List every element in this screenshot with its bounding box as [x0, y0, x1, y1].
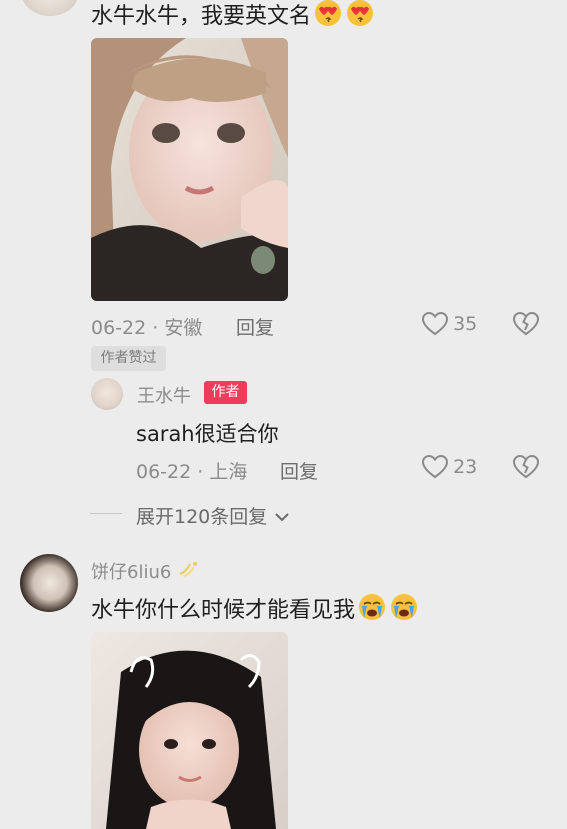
comment-username[interactable]: 饼仔6liu6	[91, 558, 200, 584]
divider	[90, 513, 122, 514]
author-tag: 作者	[204, 381, 247, 404]
like-count: 23	[453, 456, 478, 478]
comment-photo[interactable]	[91, 632, 288, 829]
dislike-button[interactable]	[513, 455, 539, 479]
comment-text: 水牛水牛，我要英文名	[91, 0, 375, 30]
reply-button[interactable]: 回复	[236, 313, 274, 340]
comment-photo[interactable]	[91, 38, 288, 301]
comment-text: 水牛你什么时候才能看见我	[91, 592, 419, 624]
heart-eyes-kiss-emoji-icon	[345, 0, 375, 27]
dislike-button[interactable]	[513, 312, 539, 336]
avatar[interactable]	[20, 554, 78, 612]
crying-face-emoji-icon	[389, 593, 419, 621]
expand-replies-button[interactable]: 展开120条回复	[136, 502, 290, 529]
avatar[interactable]	[91, 378, 123, 410]
liked-by-author-badge: 作者赞过	[91, 346, 166, 371]
heart-eyes-kiss-emoji-icon	[313, 0, 343, 27]
username-label: 饼仔6liu6	[91, 562, 172, 583]
chevron-down-icon	[274, 512, 290, 522]
like-button[interactable]: 35	[422, 312, 477, 336]
reply-date-location: 06-22 · 上海	[136, 461, 248, 483]
broken-heart-icon	[513, 455, 539, 479]
broken-heart-icon	[513, 312, 539, 336]
reply-username[interactable]: 王水牛	[137, 382, 191, 408]
crying-face-emoji-icon	[357, 593, 387, 621]
like-button[interactable]: 23	[422, 455, 477, 479]
reply-button[interactable]: 回复	[280, 457, 318, 484]
avatar[interactable]	[22, 0, 78, 16]
comment-date-location: 06-22 · 安徽	[91, 317, 203, 339]
comment-text-content: 水牛水牛，我要英文名	[91, 4, 312, 29]
comment-text-content: 水牛你什么时候才能看见我	[91, 598, 356, 623]
like-count: 35	[453, 313, 478, 335]
heart-outline-icon	[422, 312, 448, 336]
reply-text: sarah很适合你	[136, 422, 279, 446]
heart-outline-icon	[422, 455, 448, 479]
expand-replies-label: 展开120条回复	[136, 506, 268, 528]
sparkle-icon	[176, 560, 200, 580]
